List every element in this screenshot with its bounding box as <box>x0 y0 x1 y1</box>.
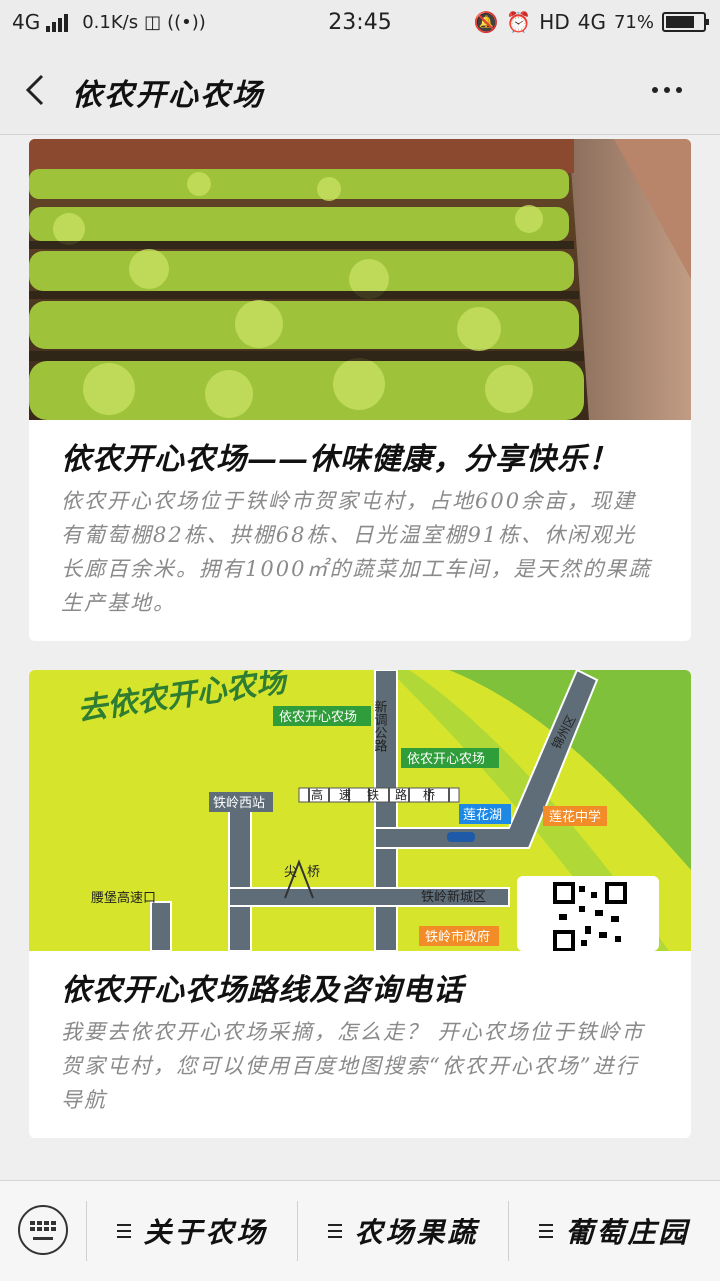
route-map-image: 去依农开心农场 依农开心农场 依农开心农场 新调公路 高速铁路桥 莲花湖 莲花中… <box>29 670 691 951</box>
farm-photo <box>29 139 691 420</box>
alarm-icon: ⏰ <box>506 10 532 34</box>
more-options-button[interactable] <box>652 80 692 100</box>
more-dots-icon <box>652 87 658 93</box>
menu-item-farm-produce[interactable]: 农场果蔬 <box>301 1211 506 1251</box>
menu-item-label: 关于农场 <box>143 1216 268 1249</box>
network-indicator-right: 4G <box>577 10 606 34</box>
map-label-lake: 莲花湖 <box>463 807 502 823</box>
nav-bar: 依农开心农场 <box>0 48 720 135</box>
hd-indicator: HD <box>539 10 570 34</box>
map-label-farm-top: 依农开心农场 <box>279 710 357 725</box>
mute-icon: 🔕 <box>473 10 499 34</box>
map-label-rail: 高速铁路桥 <box>311 787 451 802</box>
bottom-menu-bar: 关于农场 农场果蔬 葡萄庄园 <box>0 1180 720 1281</box>
status-right: 🔕 ⏰ HD 4G 71% <box>473 10 709 34</box>
menu-list-icon <box>117 1224 132 1238</box>
map-label-road: 新调公路 <box>372 699 388 752</box>
map-label-bridge: 尖桥 <box>284 865 330 880</box>
menu-item-vineyard[interactable]: 葡萄庄园 <box>512 1211 717 1251</box>
card-description: 依农开心农场位于铁岭市贺家屯村，占地600余亩，现建有葡萄棚82栋、拱棚68栋、… <box>61 489 652 615</box>
qr-code-icon <box>553 882 627 951</box>
menu-divider <box>508 1201 509 1261</box>
map-label-school: 莲花中学 <box>549 809 601 825</box>
page-title: 依农开心农场 <box>72 78 264 113</box>
battery-icon <box>662 12 709 32</box>
card-description: 我要去依农开心农场采摘，怎么走？ 开心农场位于铁岭市贺家屯村，您可以使用百度地图… <box>61 1020 645 1112</box>
keyboard-toggle-button[interactable] <box>18 1205 68 1255</box>
map-label-west-station: 铁岭西站 <box>213 796 265 811</box>
article-card-farm-intro[interactable]: 依农开心农场——休味健康，分享快乐！ 依农开心农场位于铁岭市贺家屯村，占地600… <box>29 139 691 641</box>
menu-item-about-farm[interactable]: 关于农场 <box>90 1211 295 1251</box>
keyboard-icon <box>30 1221 56 1231</box>
map-label-farm-mid: 依农开心农场 <box>407 752 485 767</box>
battery-percent: 71% <box>613 11 654 33</box>
menu-item-label: 农场果蔬 <box>354 1216 479 1249</box>
menu-item-label: 葡萄庄园 <box>565 1216 690 1249</box>
status-bar: 4G 0.1K/s ◫ ((•)) 23:45 🔕 ⏰ HD 4G 71% <box>0 0 720 48</box>
back-button[interactable] <box>18 70 58 110</box>
map-label-gov: 铁岭市政府 <box>425 929 490 945</box>
menu-list-icon <box>328 1224 343 1238</box>
card-title: 依农开心农场——休味健康，分享快乐！ <box>61 442 619 477</box>
card-title: 依农开心农场路线及咨询电话 <box>61 973 464 1008</box>
map-label-new-city: 铁岭新城区 <box>421 889 486 905</box>
menu-divider <box>86 1201 87 1261</box>
menu-list-icon <box>539 1224 554 1238</box>
article-card-route[interactable]: 去依农开心农场 依农开心农场 依农开心农场 新调公路 高速铁路桥 莲花湖 莲花中… <box>29 670 691 1138</box>
menu-divider <box>297 1201 298 1261</box>
map-label-highway: 腰堡高速口 <box>91 890 156 906</box>
chevron-left-icon <box>25 74 44 106</box>
